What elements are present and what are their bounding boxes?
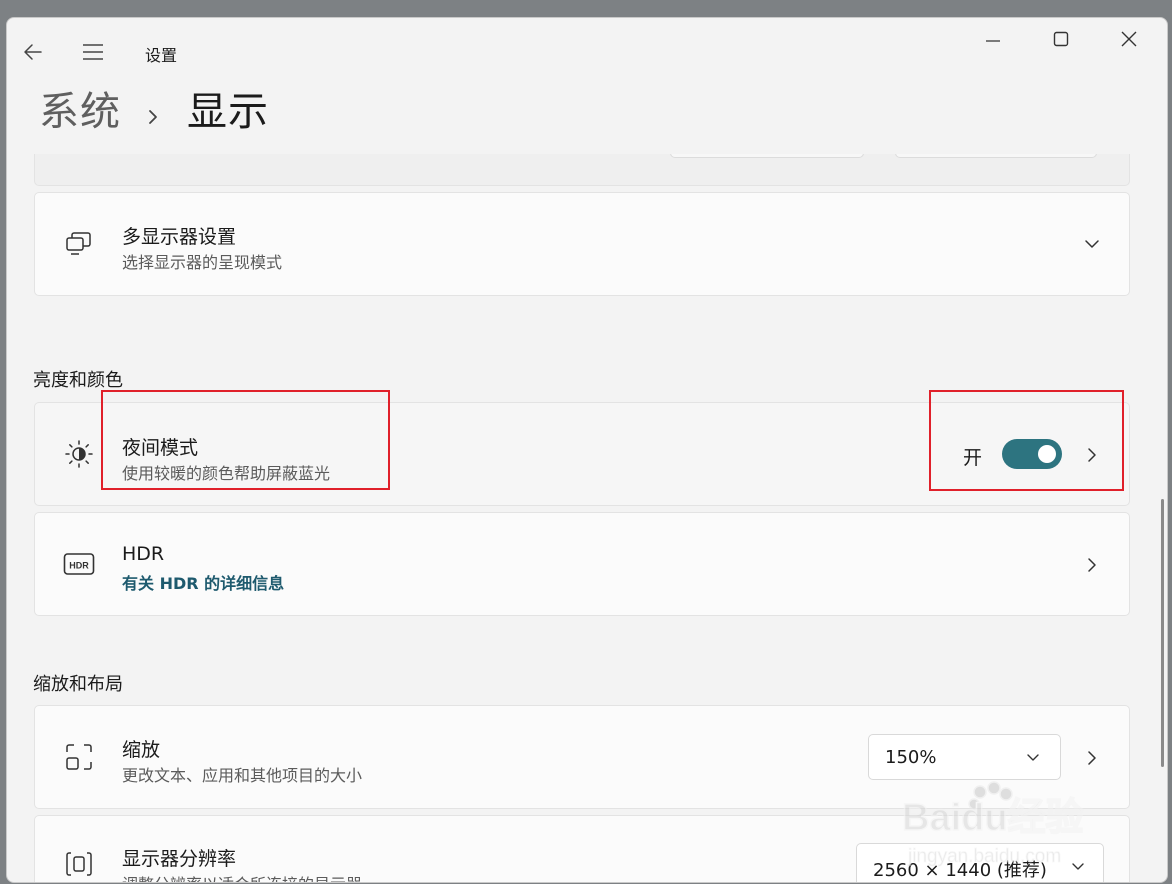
- resolution-icon: [63, 848, 95, 880]
- scale-icon: [63, 741, 95, 773]
- expand-button[interactable]: [1082, 234, 1102, 254]
- minimize-icon: [986, 40, 1000, 42]
- breadcrumb-separator: [145, 96, 165, 128]
- app-title: 设置: [145, 46, 178, 65]
- vertical-scrollbar[interactable]: [1161, 499, 1164, 767]
- chevron-right-icon: [1088, 751, 1096, 765]
- hdr-open-button[interactable]: [1082, 555, 1102, 575]
- settings-window: 设置 系统 显示 多显示器设置 选择显示器的呈现模式 亮度和颜色 夜间模式 使用…: [6, 17, 1168, 883]
- brightness-sun-icon: [63, 438, 95, 470]
- chevron-right-icon: [1088, 558, 1096, 572]
- resolution-subtitle: 调整分辨率以适合所连接的显示器: [122, 871, 362, 882]
- multi-display-card[interactable]: 多显示器设置 选择显示器的呈现模式: [34, 192, 1130, 296]
- svg-text:HDR: HDR: [69, 561, 89, 571]
- watermark-subtext: jingyan.baidu.com: [907, 846, 1061, 867]
- back-arrow-icon: [24, 44, 42, 60]
- menu-button[interactable]: [79, 38, 107, 66]
- back-button[interactable]: [19, 38, 47, 66]
- scale-title: 缩放: [122, 739, 161, 761]
- maximize-icon: [1053, 31, 1069, 47]
- chevron-right-icon: [149, 110, 157, 124]
- highlight-night-light-text: [101, 390, 390, 490]
- page-title: 显示: [187, 89, 269, 135]
- close-button[interactable]: [1107, 24, 1151, 54]
- watermark-logo: Baidu经验 jingyan.baidu.com: [901, 774, 1122, 874]
- maximize-button[interactable]: [1039, 24, 1083, 54]
- close-icon: [1121, 31, 1137, 47]
- breadcrumb-parent[interactable]: 系统: [39, 88, 121, 136]
- section-header-brightness: 亮度和颜色: [33, 370, 123, 391]
- multi-monitor-icon: [63, 228, 95, 260]
- partial-dropdown-1[interactable]: [670, 154, 864, 158]
- section-header-scale-layout: 缩放和布局: [33, 674, 123, 695]
- chevron-down-icon: [1027, 754, 1039, 761]
- scale-dropdown-value: 150%: [885, 747, 937, 768]
- multi-display-title: 多显示器设置: [122, 226, 237, 248]
- scale-subtitle: 更改文本、应用和其他项目的大小: [122, 766, 363, 785]
- resolution-title: 显示器分辨率: [122, 848, 237, 870]
- partial-card-top: [34, 154, 1130, 186]
- settings-content[interactable]: 多显示器设置 选择显示器的呈现模式 亮度和颜色 夜间模式 使用较暖的颜色帮助屏蔽…: [7, 154, 1167, 882]
- hdr-title: HDR: [122, 543, 165, 565]
- hdr-icon: HDR: [63, 548, 95, 580]
- hdr-card[interactable]: HDR HDR 有关 HDR 的详细信息: [34, 512, 1130, 616]
- partial-dropdown-2[interactable]: [895, 154, 1097, 158]
- chevron-down-icon: [1085, 240, 1099, 248]
- minimize-button[interactable]: [971, 26, 1015, 56]
- watermark-text: Baidu经验: [902, 797, 1084, 839]
- scale-open-button[interactable]: [1082, 748, 1102, 768]
- hdr-details-link[interactable]: 有关 HDR 的详细信息: [122, 570, 284, 594]
- hamburger-menu-icon: [83, 44, 103, 60]
- highlight-night-light-toggle: [929, 390, 1124, 491]
- multi-display-subtitle: 选择显示器的呈现模式: [122, 253, 283, 272]
